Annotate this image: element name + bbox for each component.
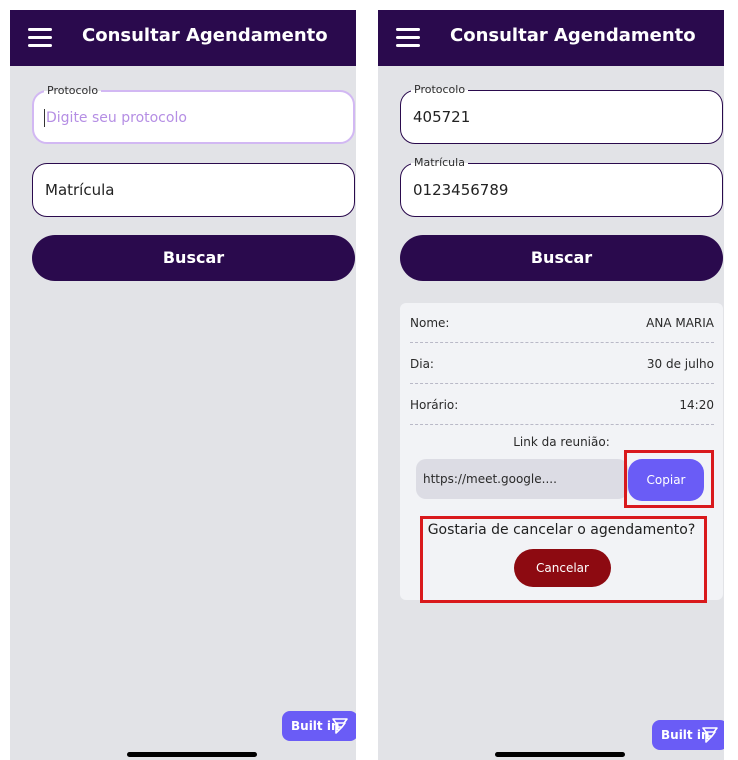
row-value: ANA MARIA	[646, 316, 714, 330]
hamburger-menu-icon[interactable]	[28, 28, 52, 48]
page-title: Consultar Agendamento	[450, 25, 696, 46]
highlight-box-copy	[624, 450, 714, 508]
text-caret	[44, 109, 45, 127]
result-row-dia: Dia: 30 de julho	[410, 344, 714, 384]
row-value: 30 de julho	[646, 357, 714, 371]
builder-logo-icon	[702, 727, 718, 743]
protocolo-field[interactable]: Protocolo 405721	[400, 83, 723, 144]
protocolo-field[interactable]: Protocolo Digite seu protocolo	[32, 84, 355, 144]
home-indicator	[127, 752, 257, 757]
meeting-link-field[interactable]: https://meet.google....	[416, 459, 628, 499]
matricula-placeholder: Matrícula	[45, 181, 115, 199]
protocolo-value: 405721	[413, 108, 471, 126]
app-bar: Consultar Agendamento	[378, 10, 724, 66]
matricula-label: Matrícula	[411, 156, 468, 170]
row-key: Nome:	[410, 316, 450, 330]
built-in-badge[interactable]: Built in	[282, 711, 356, 741]
phone-screen-result: Consultar Agendamento Protocolo 405721 M…	[378, 10, 724, 760]
matricula-value: 0123456789	[413, 181, 509, 199]
search-button[interactable]: Buscar	[400, 235, 723, 281]
result-row-horario: Horário: 14:20	[410, 385, 714, 425]
home-indicator	[495, 752, 625, 757]
row-key: Horário:	[410, 398, 459, 412]
builder-logo-icon	[332, 718, 348, 734]
page-title: Consultar Agendamento	[82, 25, 328, 46]
matricula-field[interactable]: Matrícula 0123456789	[400, 156, 723, 217]
row-key: Dia:	[410, 357, 434, 371]
protocolo-label: Protocolo	[411, 83, 469, 97]
built-in-badge[interactable]: Built in	[652, 720, 724, 750]
meeting-link-label: Link da reunião:	[513, 435, 610, 449]
row-value: 14:20	[679, 398, 714, 412]
hamburger-menu-icon[interactable]	[396, 28, 420, 48]
result-row-nome: Nome: ANA MARIA	[410, 303, 714, 343]
phone-screen-empty: Consultar Agendamento Protocolo Digite s…	[10, 10, 356, 760]
highlight-box-cancel	[420, 516, 707, 603]
protocolo-label: Protocolo	[44, 84, 102, 98]
app-bar: Consultar Agendamento	[10, 10, 356, 66]
search-button[interactable]: Buscar	[32, 235, 355, 281]
matricula-field[interactable]: Matrícula	[32, 163, 355, 217]
appointment-result-card: Nome: ANA MARIA Dia: 30 de julho Horário…	[400, 303, 723, 603]
protocolo-placeholder: Digite seu protocolo	[46, 110, 187, 126]
